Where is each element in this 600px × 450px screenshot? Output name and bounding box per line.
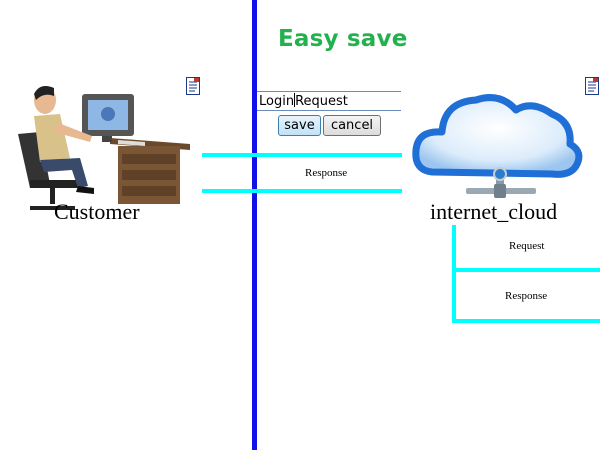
cloud-vertical-connector	[452, 225, 456, 323]
login-text: Login	[259, 94, 295, 109]
response-connector-right	[452, 319, 600, 323]
customer-document-icon[interactable]	[186, 77, 200, 95]
login-request-input[interactable]: LoginRequest	[257, 91, 401, 111]
customer-label: Customer	[54, 199, 140, 224]
cloud-server-icon	[412, 94, 583, 198]
internet-cloud-label: internet_cloud	[430, 199, 558, 224]
save-button[interactable]: save	[278, 115, 321, 136]
request-connector-right	[452, 268, 600, 272]
page-title: Easy save	[278, 26, 408, 52]
internet-cloud-node[interactable]	[412, 88, 584, 208]
response-connector-bottom	[202, 189, 402, 193]
response-label-left: Response	[305, 167, 348, 179]
request-connector-top	[202, 153, 402, 157]
request-label-right: Request	[509, 240, 545, 252]
center-lifeline	[252, 0, 257, 450]
response-label-right: Response	[505, 290, 548, 302]
request-text: Request	[295, 94, 348, 109]
cancel-button[interactable]: cancel	[323, 115, 381, 136]
cloud-document-icon[interactable]	[585, 77, 599, 95]
